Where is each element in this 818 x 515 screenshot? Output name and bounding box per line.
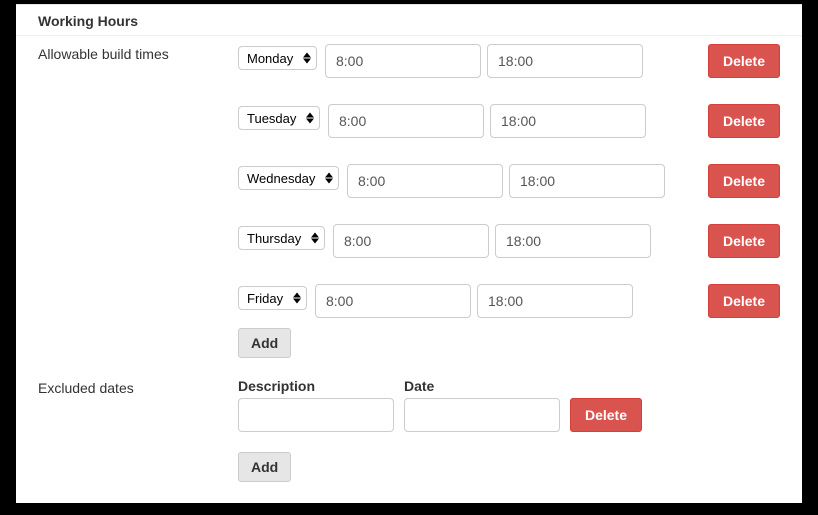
- day-select[interactable]: Friday: [238, 286, 307, 310]
- end-time-input[interactable]: [495, 224, 651, 258]
- end-time-input[interactable]: [477, 284, 633, 318]
- end-time-input[interactable]: [490, 104, 646, 138]
- start-time-input[interactable]: [325, 44, 481, 78]
- delete-button[interactable]: Delete: [708, 104, 780, 138]
- start-time-input[interactable]: [347, 164, 503, 198]
- excluded-description-input[interactable]: [238, 398, 394, 432]
- excluded-date-row: Delete: [238, 398, 780, 432]
- build-times-controls: Monday Delete Tuesday: [238, 44, 780, 358]
- day-select[interactable]: Tuesday: [238, 106, 320, 130]
- end-time-input[interactable]: [487, 44, 643, 78]
- excluded-header: Description Date: [238, 378, 780, 394]
- delete-button[interactable]: Delete: [708, 44, 780, 78]
- allowable-build-times-group: Allowable build times Monday Delete: [38, 44, 780, 358]
- build-time-row: Monday Delete: [238, 44, 780, 78]
- excluded-dates-group: Excluded dates Description Date Delete A…: [38, 378, 780, 482]
- day-select-wrap: Friday: [238, 286, 307, 310]
- day-select-wrap: Tuesday: [238, 106, 320, 130]
- day-select-wrap: Wednesday: [238, 166, 339, 190]
- excluded-label: Excluded dates: [38, 378, 238, 482]
- delete-button[interactable]: Delete: [708, 164, 780, 198]
- day-select-wrap: Monday: [238, 46, 317, 70]
- start-time-input[interactable]: [333, 224, 489, 258]
- delete-button[interactable]: Delete: [708, 224, 780, 258]
- excluded-controls: Description Date Delete Add: [238, 378, 780, 482]
- delete-button[interactable]: Delete: [708, 284, 780, 318]
- end-time-input[interactable]: [509, 164, 665, 198]
- build-time-row: Wednesday Delete: [238, 164, 780, 198]
- day-select[interactable]: Thursday: [238, 226, 325, 250]
- allowable-label: Allowable build times: [38, 44, 238, 358]
- delete-button[interactable]: Delete: [570, 398, 642, 432]
- build-time-row: Thursday Delete: [238, 224, 780, 258]
- day-select[interactable]: Wednesday: [238, 166, 339, 190]
- section-title: Working Hours: [16, 5, 802, 36]
- working-hours-panel: Working Hours Allowable build times Mond…: [16, 4, 802, 503]
- excluded-date-input[interactable]: [404, 398, 560, 432]
- description-column-label: Description: [238, 378, 394, 394]
- build-time-row: Tuesday Delete: [238, 104, 780, 138]
- day-select[interactable]: Monday: [238, 46, 317, 70]
- panel-content: Allowable build times Monday Delete: [16, 36, 802, 482]
- build-time-row: Friday Delete: [238, 284, 780, 318]
- day-select-wrap: Thursday: [238, 226, 325, 250]
- start-time-input[interactable]: [328, 104, 484, 138]
- date-column-label: Date: [404, 378, 560, 394]
- add-build-time-button[interactable]: Add: [238, 328, 291, 358]
- start-time-input[interactable]: [315, 284, 471, 318]
- add-excluded-date-button[interactable]: Add: [238, 452, 291, 482]
